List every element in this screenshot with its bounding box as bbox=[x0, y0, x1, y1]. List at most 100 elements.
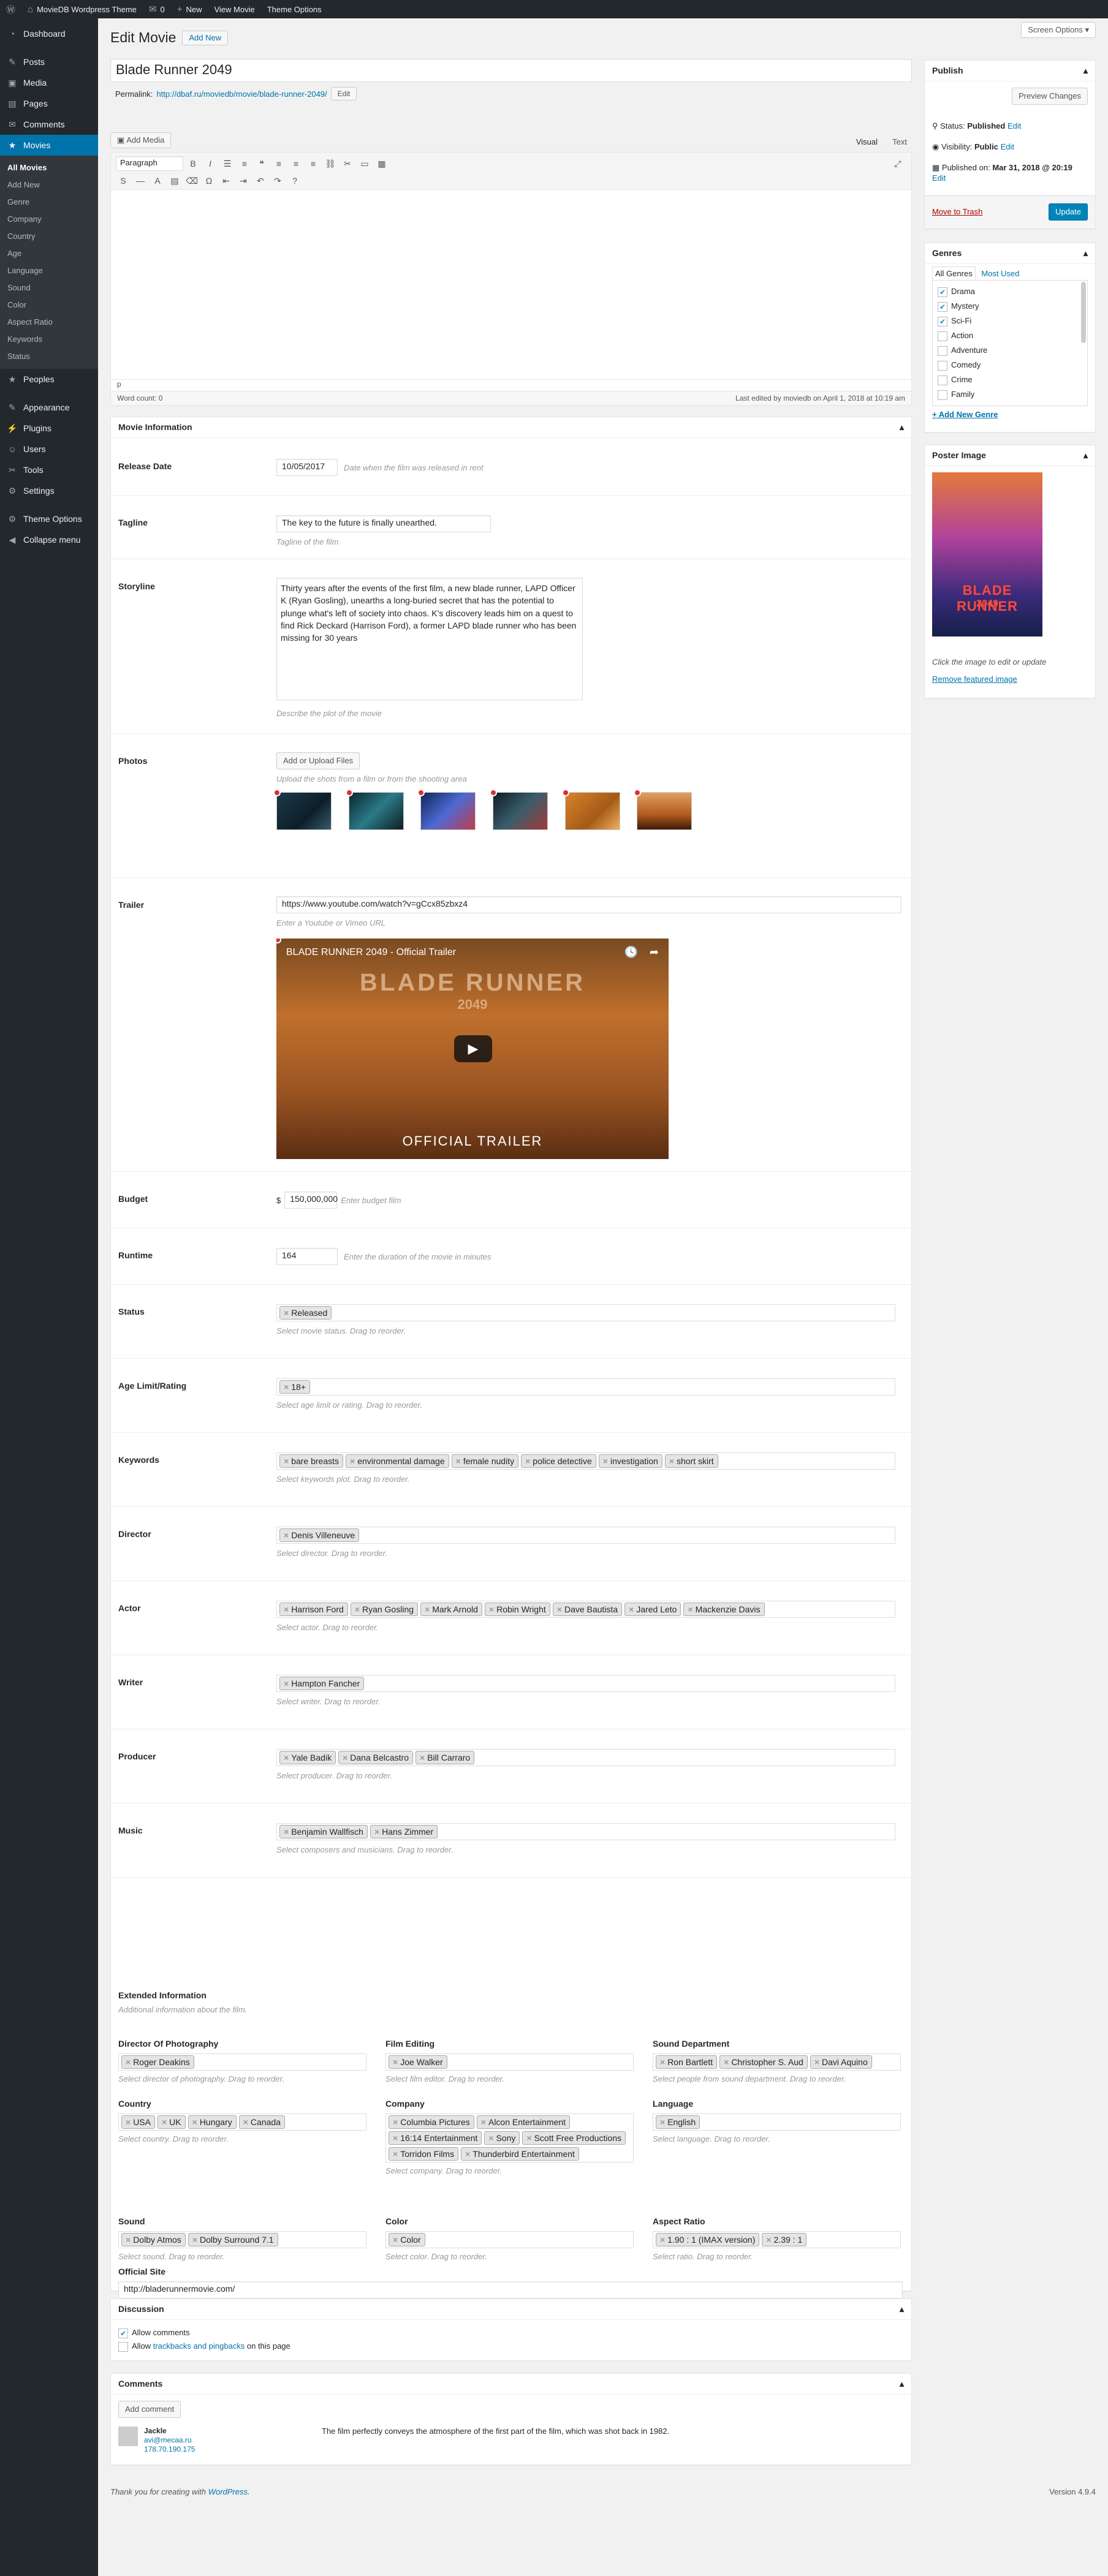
sidebar-item-settings[interactable]: ⚙ Settings bbox=[0, 480, 98, 501]
collapse-arrow-icon[interactable]: ▴ bbox=[1083, 450, 1088, 461]
remove-tag-icon[interactable]: × bbox=[393, 2149, 398, 2159]
paste-text-icon[interactable]: ▤ bbox=[167, 173, 182, 188]
preview-changes-button[interactable]: Preview Changes bbox=[1012, 88, 1088, 105]
producer-tag-input[interactable]: × Yale Badik × Dana Belcastro × Bill Carraro bbox=[276, 1749, 895, 1766]
sidebar-item-comments[interactable]: ✉ Comments bbox=[0, 114, 98, 135]
tag-chip[interactable]: × Dave Bautista bbox=[552, 1603, 623, 1616]
update-button[interactable]: Update bbox=[1049, 203, 1088, 221]
genre-item[interactable]: Family bbox=[938, 387, 1082, 402]
tag-chip[interactable]: × Dana Belcastro bbox=[338, 1751, 413, 1764]
writer-tag-input[interactable]: × Hampton Fancher bbox=[276, 1675, 895, 1692]
remove-tag-icon[interactable]: × bbox=[669, 1456, 674, 1466]
tag-chip[interactable]: × Christopher S. Aud bbox=[719, 2055, 808, 2069]
tag-chip[interactable]: × environmental damage bbox=[346, 1454, 449, 1468]
remove-tag-icon[interactable]: × bbox=[526, 2133, 531, 2143]
tag-chip[interactable]: × USA bbox=[121, 2115, 155, 2129]
comment-ip[interactable]: 178.70.190.175 bbox=[144, 2445, 195, 2453]
submenu-item[interactable]: Add New bbox=[0, 176, 98, 194]
remove-tag-icon[interactable]: × bbox=[393, 2057, 398, 2067]
remove-tag-icon[interactable]: × bbox=[660, 2235, 665, 2245]
genre-checkbox[interactable] bbox=[938, 390, 947, 400]
remove-tag-icon[interactable]: × bbox=[284, 1456, 289, 1466]
submenu-item[interactable]: Sound bbox=[0, 279, 98, 297]
color-tag-input[interactable]: × Color bbox=[385, 2231, 634, 2248]
remove-tag-icon[interactable]: × bbox=[284, 1530, 289, 1540]
view-movie-link[interactable]: View Movie bbox=[214, 5, 254, 14]
remove-tag-icon[interactable]: × bbox=[350, 1456, 355, 1466]
edit-date-link[interactable]: Edit bbox=[932, 173, 946, 183]
status-tag-input[interactable]: × Released bbox=[276, 1304, 895, 1321]
tag-chip[interactable]: × 18+ bbox=[279, 1380, 310, 1394]
help-icon[interactable]: ? bbox=[287, 173, 302, 188]
strikethrough-icon[interactable]: S bbox=[116, 173, 131, 188]
collapse-arrow-icon[interactable]: ▴ bbox=[900, 422, 904, 432]
editor-content-area[interactable] bbox=[110, 190, 912, 380]
clock-icon[interactable]: 🕓 bbox=[624, 946, 638, 959]
tag-chip[interactable]: × Roger Deakins bbox=[121, 2055, 194, 2069]
remove-tag-icon[interactable]: × bbox=[465, 2149, 470, 2159]
photo-thumb[interactable] bbox=[489, 789, 548, 830]
tag-chip[interactable]: × Ron Bartlett bbox=[656, 2055, 718, 2069]
remove-tag-icon[interactable]: × bbox=[489, 1604, 494, 1614]
remove-tag-icon[interactable]: × bbox=[766, 2235, 771, 2245]
sidebar-item-peoples[interactable]: ★ Peoples bbox=[0, 369, 98, 390]
tab-visual[interactable]: Visual bbox=[856, 137, 878, 146]
remove-tag-icon[interactable]: × bbox=[284, 1604, 289, 1614]
remove-tag-icon[interactable]: × bbox=[393, 2117, 398, 2127]
tag-chip[interactable]: × English bbox=[656, 2115, 700, 2129]
tag-chip[interactable]: × Hampton Fancher bbox=[279, 1677, 365, 1690]
tag-chip[interactable]: × Sony bbox=[484, 2131, 520, 2145]
submenu-item[interactable]: Country bbox=[0, 228, 98, 245]
wordpress-link[interactable]: WordPress bbox=[208, 2487, 248, 2496]
company-tag-input[interactable]: × Columbia Pictures × Alcon Entertainment × 1… bbox=[385, 2113, 634, 2162]
remove-tag-icon[interactable]: × bbox=[126, 2117, 131, 2127]
tag-chip[interactable]: × Robin Wright bbox=[484, 1603, 550, 1616]
share-icon[interactable]: ➦ bbox=[650, 946, 659, 959]
tag-chip[interactable]: × Dolby Atmos bbox=[121, 2233, 186, 2246]
theme-options-link[interactable]: Theme Options bbox=[267, 5, 322, 14]
tagline-input[interactable]: The key to the future is finally unearth… bbox=[276, 515, 491, 532]
genre-item[interactable]: ✔ Drama bbox=[938, 284, 1082, 299]
add-media-button[interactable]: ▣ Add Media bbox=[110, 132, 172, 148]
remove-tag-icon[interactable]: × bbox=[660, 2057, 665, 2067]
site-name-link[interactable]: ⌂ MovieDB Wordpress Theme bbox=[28, 4, 137, 15]
remove-tag-icon[interactable]: × bbox=[393, 2133, 398, 2143]
photo-thumb[interactable] bbox=[417, 789, 476, 830]
tag-chip[interactable]: × Columbia Pictures bbox=[389, 2115, 474, 2129]
remove-tag-icon[interactable]: × bbox=[284, 1753, 289, 1762]
remove-photo-icon[interactable] bbox=[273, 789, 281, 796]
remove-tag-icon[interactable]: × bbox=[343, 1753, 347, 1762]
quote-icon[interactable]: ❝ bbox=[254, 156, 269, 171]
sound_dept-tag-input[interactable]: × Ron Bartlett × Christopher S. Aud × Davi Aq… bbox=[653, 2053, 901, 2071]
genre-item[interactable]: Crime bbox=[938, 372, 1082, 387]
text-color-icon[interactable]: A bbox=[150, 173, 165, 188]
remove-tag-icon[interactable]: × bbox=[126, 2057, 131, 2067]
submenu-item[interactable]: Status bbox=[0, 348, 98, 365]
tag-chip[interactable]: × Dolby Surround 7.1 bbox=[188, 2233, 278, 2246]
photo-thumb[interactable] bbox=[634, 789, 692, 830]
tag-chip[interactable]: × Davi Aquino bbox=[810, 2055, 872, 2069]
sidebar-item-movies[interactable]: ★ Movies bbox=[0, 135, 98, 156]
tag-chip[interactable]: × Jared Leto bbox=[624, 1603, 681, 1616]
actor-tag-input[interactable]: × Harrison Ford × Ryan Gosling × Mark Arnold ×… bbox=[276, 1601, 895, 1618]
tag-chip[interactable]: × Benjamin Wallfisch bbox=[279, 1825, 368, 1838]
remove-tag-icon[interactable]: × bbox=[192, 2117, 197, 2127]
collapse-arrow-icon[interactable]: ▴ bbox=[900, 2304, 904, 2314]
remove-tag-icon[interactable]: × bbox=[724, 2057, 729, 2067]
tag-chip[interactable]: × Harrison Ford bbox=[279, 1603, 348, 1616]
remove-photo-icon[interactable] bbox=[489, 789, 497, 796]
sidebar-item-theme-options[interactable]: ⚙ Theme Options bbox=[0, 508, 98, 529]
sidebar-item-appearance[interactable]: ✎ Appearance bbox=[0, 397, 98, 418]
permalink-edit-button[interactable]: Edit bbox=[330, 87, 357, 100]
tag-chip[interactable]: × Mackenzie Davis bbox=[683, 1603, 765, 1616]
photo-thumb[interactable] bbox=[345, 789, 404, 830]
comments-link[interactable]: ✉ 0 bbox=[149, 4, 165, 15]
tag-chip[interactable]: × investigation bbox=[598, 1454, 662, 1468]
sound-tag-input[interactable]: × Dolby Atmos × Dolby Surround 7.1 bbox=[118, 2231, 366, 2248]
italic-icon[interactable]: I bbox=[203, 156, 218, 171]
storyline-textarea[interactable]: Thirty years after the events of the fir… bbox=[276, 578, 583, 700]
submenu-item[interactable]: Aspect Ratio bbox=[0, 314, 98, 331]
tag-chip[interactable]: × Color bbox=[389, 2233, 425, 2246]
submenu-item[interactable]: Color bbox=[0, 297, 98, 314]
indent-icon[interactable]: ⇥ bbox=[236, 173, 251, 188]
